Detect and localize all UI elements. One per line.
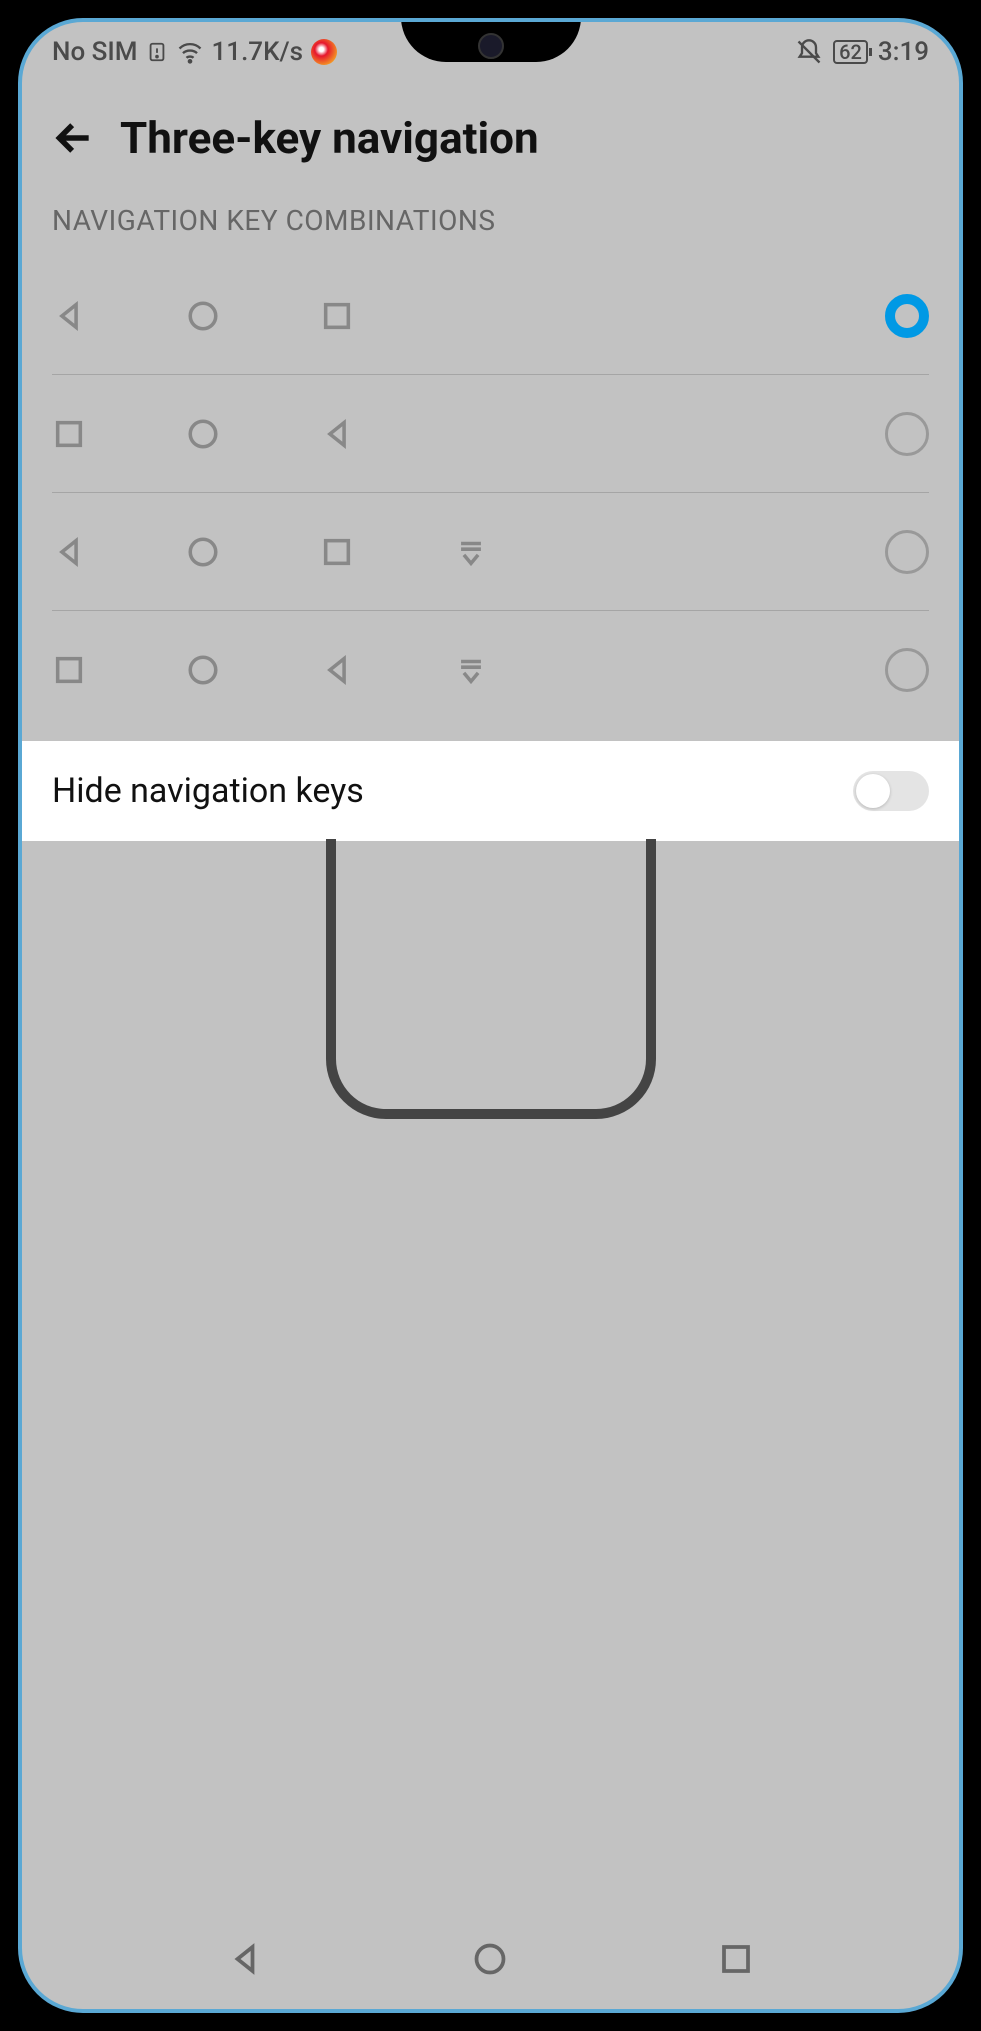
hide-nav-keys-switch[interactable] <box>853 771 929 811</box>
recent-square-icon <box>52 653 86 687</box>
home-circle-icon <box>186 535 220 569</box>
nav-home-button[interactable] <box>472 1941 508 1977</box>
recent-square-icon <box>320 299 354 333</box>
pulldown-icon <box>454 653 488 687</box>
nav-recent-button[interactable] <box>718 1941 754 1977</box>
nav-back-button[interactable] <box>227 1941 263 1977</box>
phone-screen-bezel: No SIM 11.7K/s 62 <box>18 18 963 2013</box>
recent-square-icon <box>320 535 354 569</box>
hide-nav-keys-row[interactable]: Hide navigation keys <box>22 741 959 841</box>
radio-unselected[interactable] <box>885 530 929 574</box>
radio-unselected[interactable] <box>885 648 929 692</box>
home-circle-icon <box>186 417 220 451</box>
back-button[interactable] <box>52 116 96 160</box>
wifi-icon <box>176 38 204 66</box>
page-title: Three-key navigation <box>120 112 539 164</box>
nav-combo-icons <box>52 417 885 451</box>
battery-level: 62 <box>839 40 862 64</box>
nav-combo-icons <box>52 535 885 569</box>
back-triangle-icon <box>52 299 86 333</box>
header: Three-key navigation <box>22 82 959 204</box>
section-label: NAVIGATION KEY COMBINATIONS <box>22 204 959 257</box>
network-speed: 11.7K/s <box>212 37 304 67</box>
nav-key-combinations <box>22 257 959 729</box>
home-circle-icon <box>186 653 220 687</box>
status-right: 62 3:19 <box>795 37 929 67</box>
pulldown-icon <box>454 535 488 569</box>
nav-combo-icons <box>52 653 885 687</box>
radio-selected[interactable] <box>885 294 929 338</box>
recent-square-icon <box>52 417 86 451</box>
phone-notch <box>401 18 581 62</box>
back-triangle-icon <box>320 653 354 687</box>
hide-nav-keys-label: Hide navigation keys <box>52 771 364 811</box>
clock: 3:19 <box>878 37 929 67</box>
radio-unselected[interactable] <box>885 412 929 456</box>
nav-combo-row-3[interactable] <box>52 493 929 611</box>
phone-frame: No SIM 11.7K/s 62 <box>0 0 981 2031</box>
sim-alert-icon <box>146 41 168 63</box>
preview-phone-outline <box>326 839 656 1119</box>
notifications-muted-icon <box>795 38 823 66</box>
back-triangle-icon <box>320 417 354 451</box>
screen: No SIM 11.7K/s 62 <box>22 22 959 2009</box>
sim-status: No SIM <box>52 37 138 67</box>
back-triangle-icon <box>52 535 86 569</box>
nav-combo-row-4[interactable] <box>52 611 929 729</box>
preview-area <box>22 841 959 1909</box>
weibo-icon <box>311 39 337 65</box>
nav-combo-row-1[interactable] <box>52 257 929 375</box>
home-circle-icon <box>186 299 220 333</box>
status-left: No SIM 11.7K/s <box>52 37 337 67</box>
battery-indicator: 62 <box>833 40 868 64</box>
nav-combo-row-2[interactable] <box>52 375 929 493</box>
system-nav-bar <box>22 1909 959 2009</box>
nav-combo-icons <box>52 299 885 333</box>
